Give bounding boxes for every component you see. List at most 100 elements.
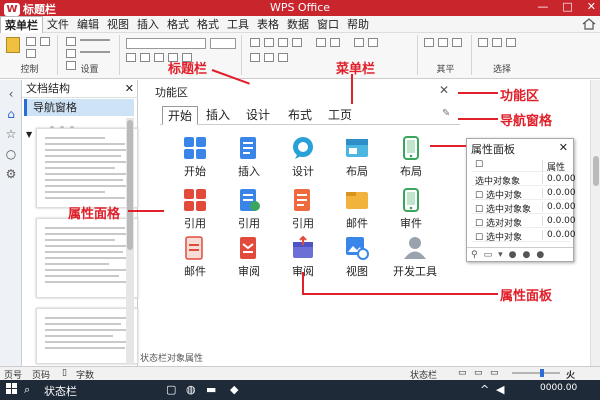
button-reference[interactable]: 引用 bbox=[170, 188, 220, 232]
close-icon[interactable]: ✕ bbox=[439, 83, 449, 97]
select-icon[interactable] bbox=[506, 38, 516, 47]
align-center-icon[interactable] bbox=[264, 38, 274, 47]
app-icon[interactable]: ◆ bbox=[230, 383, 238, 396]
status-view-icon[interactable]: ▭ bbox=[458, 368, 467, 378]
button-reference-2[interactable]: 引用 bbox=[224, 188, 274, 232]
line-spacing-icon[interactable] bbox=[250, 53, 260, 62]
button-mail-2[interactable]: 邮件 bbox=[170, 236, 220, 280]
menu-item-file[interactable]: 文件 bbox=[43, 16, 73, 33]
indent-icon[interactable] bbox=[354, 38, 364, 47]
button-insert[interactable]: 插入 bbox=[224, 136, 274, 180]
browser-icon[interactable]: ◍ bbox=[186, 383, 196, 396]
button-developer-tools[interactable]: 开发工具 bbox=[386, 236, 444, 280]
font-size-field[interactable] bbox=[210, 38, 236, 49]
tab-design[interactable]: 设计 bbox=[238, 106, 278, 125]
property-row[interactable]: ☐ 选中对象象 0.0.00 bbox=[472, 201, 576, 215]
button-layout-phone[interactable]: 布局 bbox=[386, 136, 436, 180]
page-thumbnail[interactable] bbox=[36, 308, 138, 364]
menu-item-edit[interactable]: 编辑 bbox=[73, 16, 103, 33]
menu-item-help[interactable]: 帮助 bbox=[343, 16, 373, 33]
doc-structure-scrollbar[interactable] bbox=[126, 118, 134, 364]
dot-icon[interactable]: ● bbox=[523, 250, 531, 260]
style-icon[interactable] bbox=[424, 38, 434, 47]
menu-item-data[interactable]: 数据 bbox=[283, 16, 313, 33]
windows-start-icon[interactable] bbox=[6, 383, 18, 398]
tab-start[interactable]: 开始 bbox=[162, 106, 198, 125]
button-view[interactable]: 视图 bbox=[332, 236, 382, 280]
menu-item-insert[interactable]: 插入 bbox=[133, 16, 163, 33]
tab-insert[interactable]: 插入 bbox=[200, 106, 236, 125]
pin-icon[interactable]: ⚲ bbox=[471, 250, 478, 260]
status-view-icon[interactable]: ▭ bbox=[474, 368, 483, 378]
replace-icon[interactable] bbox=[492, 38, 502, 47]
star-icon[interactable]: ☆ bbox=[3, 126, 19, 142]
menu-item-window[interactable]: 窗口 bbox=[313, 16, 343, 33]
menu-item-menubar[interactable]: 菜单栏 bbox=[0, 15, 43, 33]
folder-icon[interactable]: ▬ bbox=[206, 383, 216, 396]
task-view-icon[interactable]: ▢ bbox=[166, 383, 176, 396]
style-icon[interactable] bbox=[452, 38, 462, 47]
nav-pane-item[interactable]: 导航窗格 bbox=[24, 99, 134, 116]
italic-icon[interactable] bbox=[140, 53, 150, 62]
align-right-icon[interactable] bbox=[278, 38, 288, 47]
bold-icon[interactable] bbox=[126, 53, 136, 62]
number-list-icon[interactable] bbox=[330, 38, 340, 47]
bullet-list-icon[interactable] bbox=[316, 38, 326, 47]
checkbox-icon[interactable]: ☐ bbox=[475, 160, 483, 170]
dot-icon[interactable]: ● bbox=[536, 250, 544, 260]
tab-page[interactable]: 工页 bbox=[320, 106, 360, 125]
button-design[interactable]: 设计 bbox=[278, 136, 328, 180]
close-icon[interactable]: ✕ bbox=[559, 141, 568, 154]
align-left-icon[interactable] bbox=[250, 38, 260, 47]
button-start[interactable]: 开始 bbox=[170, 136, 220, 180]
button-review-2[interactable]: 审阅 bbox=[224, 236, 274, 280]
outdent-icon[interactable] bbox=[368, 38, 378, 47]
back-icon[interactable]: ‹ bbox=[3, 86, 19, 102]
cut-icon[interactable] bbox=[26, 37, 36, 46]
menu-item-tools[interactable]: 工具 bbox=[223, 16, 253, 33]
style-icon[interactable] bbox=[438, 38, 448, 47]
format-painter-icon[interactable] bbox=[40, 37, 50, 46]
tray-icon[interactable]: ^ bbox=[480, 383, 489, 396]
menu-item-table[interactable]: 表格 bbox=[253, 16, 283, 33]
circle-icon[interactable]: ○ bbox=[3, 146, 19, 162]
maximize-button[interactable]: □ bbox=[562, 0, 572, 13]
gear-icon[interactable]: ⚙ bbox=[3, 166, 19, 182]
dropdown-icon[interactable]: ▾ bbox=[498, 250, 503, 260]
menu-item-view[interactable]: 视图 bbox=[103, 16, 133, 33]
button-reference-3[interactable]: 引用 bbox=[278, 188, 328, 232]
property-row[interactable]: ☐ 选中对象 0.0.00 bbox=[472, 187, 576, 201]
page-thumbnail[interactable] bbox=[36, 128, 138, 208]
search-icon[interactable]: ⌕ bbox=[24, 383, 30, 397]
copy-icon[interactable] bbox=[26, 49, 36, 58]
page-icon[interactable]: ▭ bbox=[484, 250, 493, 260]
collapse-arrow-icon[interactable]: ▼ bbox=[26, 130, 32, 139]
tab-layout[interactable]: 布式 bbox=[282, 106, 318, 125]
edit-pencil-icon[interactable]: ✎ bbox=[442, 108, 450, 119]
minimize-button[interactable]: — bbox=[537, 0, 548, 13]
close-icon[interactable]: ✕ bbox=[125, 80, 134, 98]
justify-icon[interactable] bbox=[292, 38, 302, 47]
page-thumbnail[interactable] bbox=[36, 218, 138, 298]
button-layout[interactable]: 布局 bbox=[332, 136, 382, 180]
shading-icon[interactable] bbox=[264, 53, 274, 62]
underline-icon[interactable] bbox=[154, 53, 164, 62]
button-mail[interactable]: 邮件 bbox=[332, 188, 382, 232]
font-name-field[interactable] bbox=[126, 38, 206, 49]
checkbox-icon[interactable] bbox=[66, 37, 76, 46]
find-icon[interactable] bbox=[478, 38, 488, 47]
scroll-thumb[interactable] bbox=[593, 156, 599, 186]
right-scrollbar[interactable] bbox=[590, 80, 600, 366]
close-button[interactable]: ✕ bbox=[587, 0, 596, 13]
volume-icon[interactable]: ◀ bbox=[496, 383, 504, 396]
checkbox-icon[interactable] bbox=[66, 49, 76, 58]
home-icon[interactable]: ⌂ bbox=[3, 106, 19, 122]
paste-icon[interactable] bbox=[6, 37, 20, 53]
property-row[interactable]: ☐ 选对对象 0.0.00 bbox=[472, 215, 576, 229]
scroll-thumb[interactable] bbox=[127, 120, 133, 250]
menu-item-format-2[interactable]: 格式 bbox=[193, 16, 223, 33]
property-row[interactable]: 选中对象象 0.0.00 bbox=[472, 173, 576, 187]
border-icon[interactable] bbox=[278, 53, 288, 62]
home-icon[interactable] bbox=[578, 17, 600, 32]
property-row[interactable]: ☐ 选中对象 0.0.00 bbox=[472, 229, 576, 243]
